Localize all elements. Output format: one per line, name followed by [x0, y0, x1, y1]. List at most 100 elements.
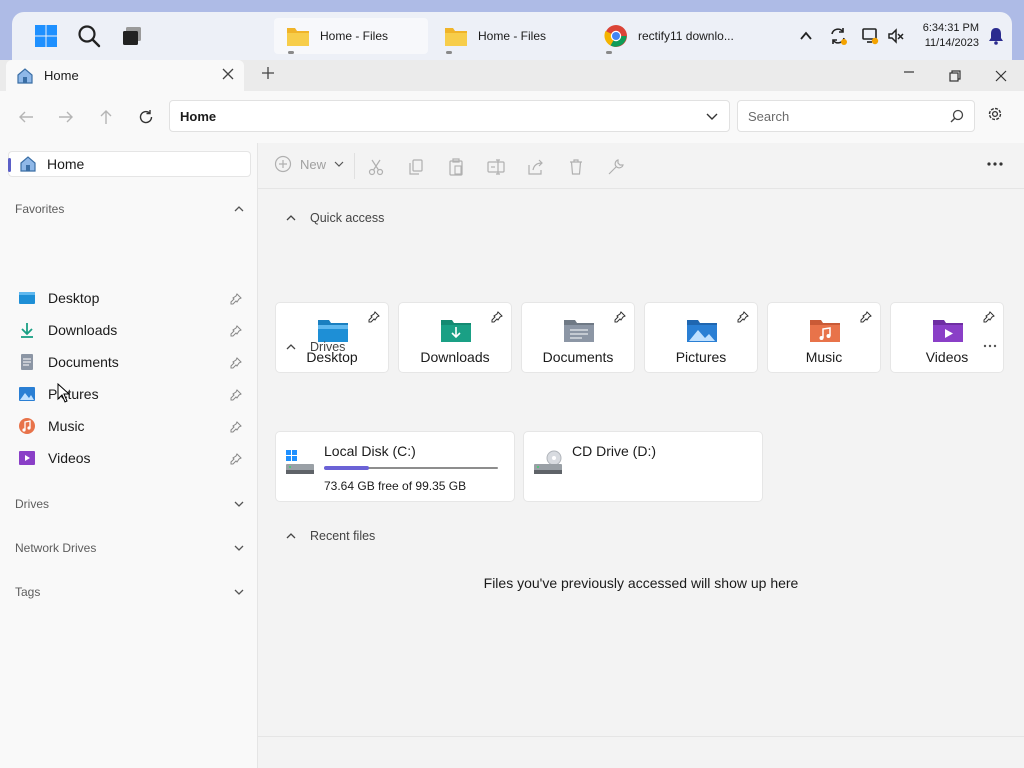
- running-indicator: [446, 51, 452, 54]
- sidebar-item-pictures[interactable]: Pictures: [18, 382, 244, 406]
- sidebar-item-videos[interactable]: Videos: [18, 446, 244, 470]
- address-dropdown-button[interactable]: [705, 109, 719, 126]
- chevron-down-icon: [234, 545, 244, 551]
- start-button[interactable]: [32, 22, 60, 50]
- search-box[interactable]: [737, 100, 975, 132]
- notifications-button[interactable]: [988, 27, 1004, 48]
- show-hidden-icons-button[interactable]: [794, 24, 818, 48]
- taskbar-task-files-2[interactable]: Home - Files: [432, 18, 586, 54]
- share-button[interactable]: [525, 156, 547, 178]
- share-icon: [528, 159, 543, 175]
- new-tab-button[interactable]: [258, 65, 278, 85]
- quick-access-header[interactable]: Quick access: [286, 211, 384, 225]
- sidebar-item-label: Downloads: [48, 322, 118, 338]
- pin-icon[interactable]: [860, 311, 872, 326]
- drives-more-button[interactable]: [983, 339, 997, 356]
- chevron-up-icon: [286, 344, 296, 350]
- card-label: Downloads: [420, 349, 490, 365]
- tab-label: Home: [44, 68, 79, 83]
- sidebar-item-label: Desktop: [48, 290, 100, 306]
- quick-access-card-pictures[interactable]: Pictures: [644, 302, 758, 373]
- forward-button[interactable]: [54, 105, 78, 129]
- paste-button[interactable]: [445, 156, 467, 178]
- pin-icon[interactable]: [230, 388, 242, 404]
- restore-button[interactable]: [932, 60, 978, 91]
- sidebar-section-network-drives[interactable]: Network Drives: [15, 541, 245, 555]
- arrow-right-icon: [59, 111, 73, 123]
- quick-access-card-videos[interactable]: Videos: [890, 302, 1004, 373]
- refresh-icon: [139, 110, 153, 124]
- sidebar-item-music[interactable]: Music: [18, 414, 244, 438]
- close-window-button[interactable]: [978, 60, 1024, 91]
- section-label: Drives: [15, 497, 50, 511]
- taskbar-task-label: rectify11 downlo...: [638, 29, 734, 43]
- sidebar-section-favorites[interactable]: Favorites: [15, 202, 245, 216]
- windows-logo-icon: [35, 25, 57, 47]
- drives-header[interactable]: Drives: [286, 340, 345, 354]
- toolbar-separator: [354, 153, 355, 179]
- settings-button[interactable]: [986, 105, 1004, 126]
- drive-usage-fill: [324, 466, 370, 470]
- taskbar-clock[interactable]: 6:34:31 PM 11/14/2023: [923, 21, 979, 51]
- pin-icon[interactable]: [230, 324, 242, 340]
- back-button[interactable]: [14, 105, 38, 129]
- pin-icon[interactable]: [614, 311, 626, 326]
- sidebar-item-documents[interactable]: Documents: [18, 350, 244, 374]
- arrow-up-icon: [100, 110, 112, 124]
- quick-access-card-documents[interactable]: Documents: [521, 302, 635, 373]
- up-button[interactable]: [94, 105, 118, 129]
- pin-icon[interactable]: [230, 452, 242, 468]
- sidebar-item-desktop[interactable]: Desktop: [18, 286, 244, 310]
- new-button[interactable]: New: [274, 155, 344, 173]
- section-label: Favorites: [15, 202, 65, 216]
- quick-access-card-music[interactable]: Music: [767, 302, 881, 373]
- pin-icon[interactable]: [230, 292, 242, 308]
- more-options-button[interactable]: [986, 155, 1004, 178]
- files-window: Home Home Search Home Favorites Desktop …: [0, 60, 1024, 768]
- pin-icon[interactable]: [230, 420, 242, 436]
- sidebar-section-tags[interactable]: Tags: [15, 585, 245, 599]
- bell-icon: [989, 28, 1003, 45]
- quick-access-card-downloads[interactable]: Downloads: [398, 302, 512, 373]
- restore-icon: [949, 69, 961, 82]
- address-bar[interactable]: Home: [169, 100, 730, 132]
- quick-access-card-desktop[interactable]: Desktop: [275, 302, 389, 373]
- volume-tray-button[interactable]: [884, 24, 908, 48]
- chevron-up-icon: [286, 215, 296, 221]
- copy-button[interactable]: [405, 156, 427, 178]
- sidebar-item-label: Home: [47, 156, 85, 172]
- cut-button[interactable]: [365, 156, 387, 178]
- refresh-button[interactable]: [134, 105, 158, 129]
- rename-button[interactable]: [485, 156, 507, 178]
- pin-icon[interactable]: [230, 356, 242, 372]
- volume-muted-icon: [888, 28, 904, 44]
- properties-button[interactable]: [605, 156, 627, 178]
- sidebar-section-drives[interactable]: Drives: [15, 497, 245, 511]
- pin-icon[interactable]: [983, 311, 995, 326]
- pin-icon[interactable]: [491, 311, 503, 326]
- taskbar-task-label: Home - Files: [320, 29, 389, 43]
- close-icon: [995, 70, 1007, 81]
- task-view-button[interactable]: [118, 22, 146, 50]
- taskbar: Home - Files Home - Files rectify11 down…: [12, 12, 1012, 60]
- pin-icon[interactable]: [737, 311, 749, 326]
- close-tab-button[interactable]: [222, 67, 234, 83]
- drive-card-d[interactable]: CD Drive (D:): [523, 431, 763, 502]
- sidebar-item-downloads[interactable]: Downloads: [18, 318, 244, 342]
- taskbar-task-files-1[interactable]: Home - Files: [274, 18, 428, 54]
- taskbar-task-chrome[interactable]: rectify11 downlo...: [592, 18, 762, 54]
- sidebar-item-home[interactable]: Home: [8, 151, 251, 177]
- minimize-button[interactable]: [886, 60, 932, 91]
- sync-tray-button[interactable]: [826, 24, 850, 48]
- taskbar-search-button[interactable]: [75, 22, 103, 50]
- drive-card-c[interactable]: Local Disk (C:) 73.64 GB free of 99.35 G…: [275, 431, 515, 502]
- recent-files-header[interactable]: Recent files: [286, 529, 375, 543]
- main-content: New Quick access Desktop Downloads Docum…: [258, 143, 1024, 768]
- pin-icon[interactable]: [368, 311, 380, 326]
- search-input[interactable]: [748, 108, 938, 124]
- rename-icon: [487, 159, 505, 175]
- network-tray-button[interactable]: [858, 24, 882, 48]
- delete-button[interactable]: [565, 156, 587, 178]
- tab-home[interactable]: Home: [6, 60, 244, 91]
- close-icon: [222, 68, 234, 80]
